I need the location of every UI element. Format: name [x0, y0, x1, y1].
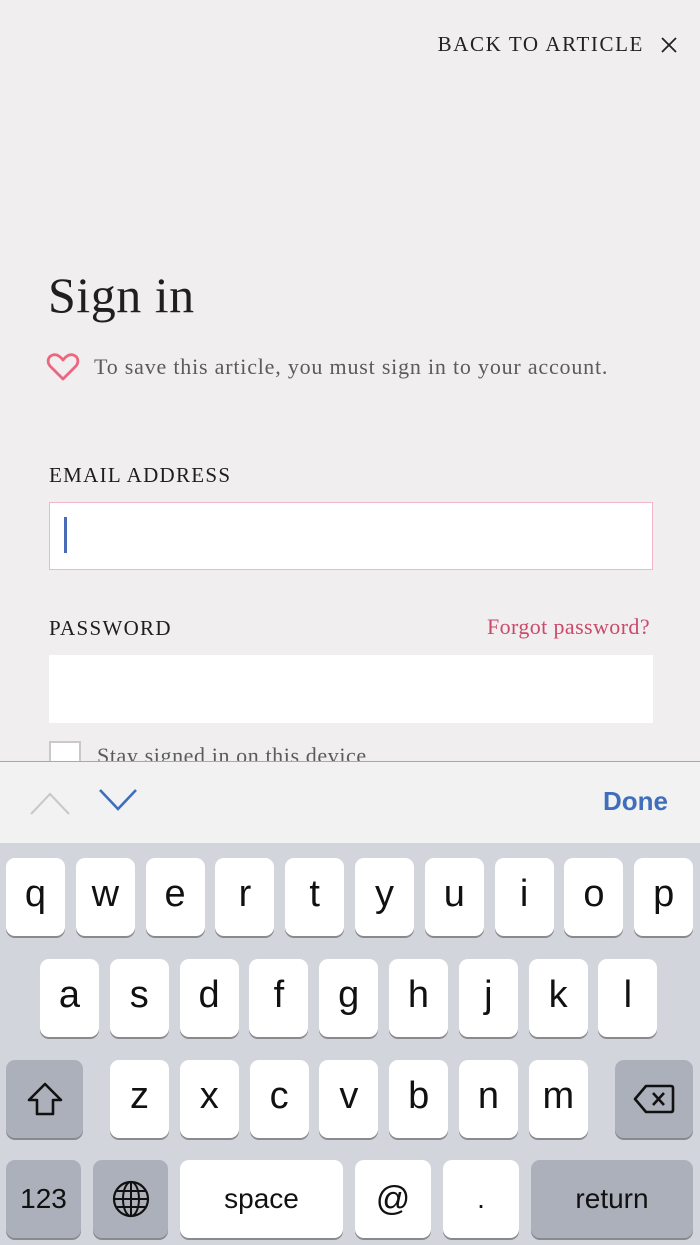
- back-to-article-link[interactable]: BACK TO ARTICLE: [438, 32, 678, 57]
- key-g[interactable]: g: [319, 959, 379, 1037]
- key-h[interactable]: h: [389, 959, 448, 1037]
- close-icon[interactable]: [660, 36, 678, 54]
- text-cursor: [64, 517, 67, 553]
- period-key[interactable]: .: [443, 1160, 519, 1238]
- key-d[interactable]: d: [179, 959, 239, 1037]
- chevron-up-icon: [30, 792, 70, 815]
- back-to-article-label: BACK TO ARTICLE: [437, 32, 644, 56]
- password-label: PASSWORD: [49, 616, 172, 640]
- key-f[interactable]: f: [249, 959, 309, 1037]
- at-key[interactable]: @: [355, 1160, 431, 1238]
- key-e[interactable]: e: [145, 858, 205, 936]
- backspace-icon: [633, 1084, 675, 1114]
- next-field-button[interactable]: [96, 784, 140, 820]
- page-title: Sign in: [48, 267, 195, 323]
- key-l[interactable]: l: [598, 959, 658, 1037]
- space-key[interactable]: space: [180, 1160, 343, 1238]
- shift-icon: [27, 1082, 62, 1116]
- key-i[interactable]: i: [494, 858, 554, 936]
- key-q[interactable]: q: [6, 858, 65, 936]
- email-label: EMAIL ADDRESS: [49, 463, 232, 487]
- keyboard: qwertyuiop asdfghjkl zxcvbnm 123 space @…: [0, 843, 700, 1245]
- key-p[interactable]: p: [634, 858, 694, 936]
- numbers-key[interactable]: 123: [6, 1160, 81, 1238]
- keyboard-accessory-bar: Done: [0, 761, 700, 843]
- stay-signed-in-checkbox[interactable]: [49, 741, 81, 762]
- key-u[interactable]: u: [424, 858, 484, 936]
- key-v[interactable]: v: [319, 1060, 379, 1138]
- key-r[interactable]: r: [215, 858, 275, 936]
- key-s[interactable]: s: [109, 959, 169, 1037]
- key-o[interactable]: o: [564, 858, 624, 936]
- stay-signed-in-label: Stay signed in on this device: [97, 743, 367, 762]
- key-n[interactable]: n: [459, 1060, 518, 1138]
- key-a[interactable]: a: [40, 959, 99, 1037]
- key-k[interactable]: k: [528, 959, 588, 1037]
- key-b[interactable]: b: [389, 1060, 449, 1138]
- notice-text: To save this article, you must sign in t…: [94, 354, 609, 379]
- forgot-password-link[interactable]: Forgot password?: [487, 614, 650, 640]
- previous-field-button[interactable]: [28, 784, 72, 820]
- key-j[interactable]: j: [458, 959, 518, 1037]
- sign-in-page: BACK TO ARTICLE Sign in To save this art…: [0, 0, 700, 762]
- key-m[interactable]: m: [528, 1060, 588, 1138]
- key-y[interactable]: y: [355, 858, 414, 936]
- chevron-down-icon: [99, 789, 137, 811]
- key-t[interactable]: t: [285, 858, 345, 936]
- shift-key[interactable]: [6, 1060, 83, 1138]
- return-key[interactable]: return: [531, 1160, 693, 1238]
- heart-icon: [46, 352, 80, 382]
- key-c[interactable]: c: [249, 1060, 309, 1138]
- key-x[interactable]: x: [179, 1060, 239, 1138]
- key-w[interactable]: w: [75, 858, 135, 936]
- done-button[interactable]: Done: [603, 786, 668, 817]
- globe-icon: [112, 1180, 149, 1218]
- globe-key[interactable]: [93, 1160, 168, 1238]
- backspace-key[interactable]: [615, 1060, 693, 1138]
- key-z[interactable]: z: [110, 1060, 169, 1138]
- save-notice: To save this article, you must sign in t…: [46, 352, 608, 382]
- password-input[interactable]: [49, 655, 653, 723]
- email-input[interactable]: [49, 502, 653, 570]
